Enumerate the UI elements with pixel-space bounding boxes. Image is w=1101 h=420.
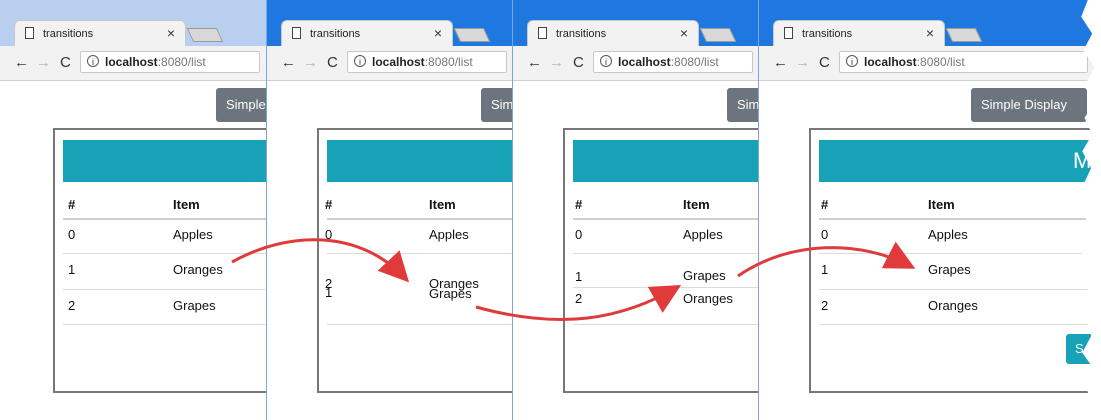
arrow-grapes-settled: [737, 241, 916, 278]
arrow-grapes-moving: [475, 285, 682, 321]
transition-arrows: [231, 238, 916, 321]
arrow-oranges-moving: [231, 238, 410, 283]
